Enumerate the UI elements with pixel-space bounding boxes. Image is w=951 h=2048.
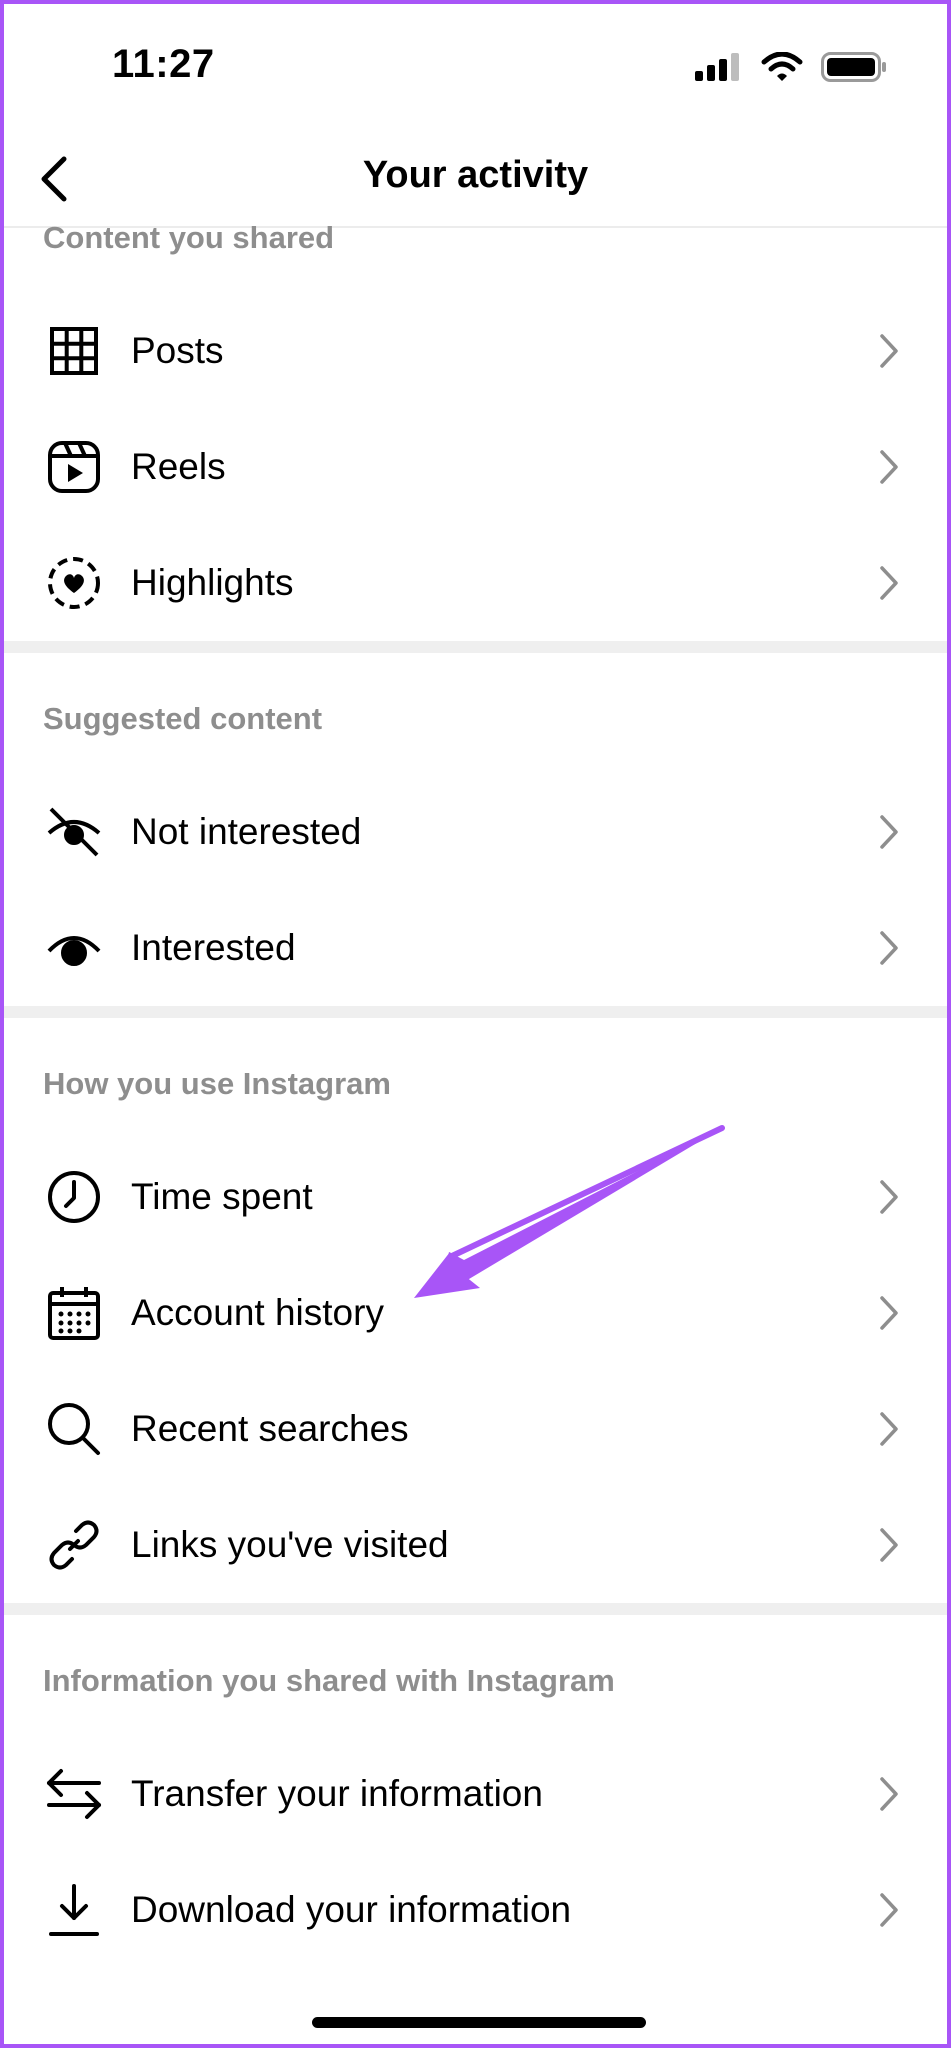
section-divider — [4, 641, 947, 653]
row-not-interested[interactable]: Not interested — [4, 774, 947, 890]
download-icon — [44, 1880, 104, 1940]
wifi-icon — [761, 52, 803, 81]
section-header-information-shared: Information you shared with Instagram — [43, 1663, 615, 1698]
link-icon — [44, 1515, 104, 1575]
eye-slash-icon — [44, 802, 104, 862]
transfer-icon — [44, 1764, 104, 1824]
calendar-icon — [44, 1283, 104, 1343]
row-download-information[interactable]: Download your information — [4, 1852, 947, 1968]
eye-icon — [44, 918, 104, 978]
reels-icon — [44, 437, 104, 497]
chevron-right-icon — [879, 1774, 903, 1814]
battery-icon — [821, 52, 886, 82]
chevron-right-icon — [879, 447, 903, 487]
row-label: Download your information — [131, 1889, 572, 1930]
row-label: Links you've visited — [131, 1524, 449, 1565]
section-divider — [4, 1603, 947, 1615]
row-posts[interactable]: Posts — [4, 293, 947, 409]
grid-icon — [44, 321, 104, 381]
highlights-icon — [44, 553, 104, 613]
clock-icon — [44, 1167, 104, 1227]
row-label: Account history — [131, 1292, 384, 1333]
chevron-right-icon — [879, 812, 903, 852]
section-divider — [4, 1006, 947, 1018]
page-title: Your activity — [362, 154, 589, 196]
status-time: 11:27 — [112, 42, 215, 86]
row-recent-searches[interactable]: Recent searches — [4, 1371, 947, 1487]
row-reels[interactable]: Reels — [4, 409, 947, 525]
section-header-content-you-shared: Content you shared — [43, 220, 335, 255]
home-indicator[interactable] — [312, 2017, 646, 2028]
row-label: Recent searches — [131, 1408, 409, 1449]
row-transfer-information[interactable]: Transfer your information — [4, 1736, 947, 1852]
row-highlights[interactable]: Highlights — [4, 525, 947, 641]
status-icons — [695, 52, 887, 82]
row-account-history[interactable]: Account history — [4, 1255, 947, 1371]
row-label: Highlights — [131, 562, 294, 603]
search-icon — [44, 1399, 104, 1459]
row-label: Not interested — [131, 811, 362, 852]
row-time-spent[interactable]: Time spent — [4, 1139, 947, 1255]
row-label: Time spent — [131, 1176, 313, 1217]
row-label: Posts — [131, 330, 224, 371]
chevron-right-icon — [879, 331, 903, 371]
row-label: Reels — [131, 446, 226, 487]
row-links-visited[interactable]: Links you've visited — [4, 1487, 947, 1603]
section-header-how-you-use: How you use Instagram — [43, 1066, 391, 1101]
chevron-right-icon — [879, 1293, 903, 1333]
chevron-right-icon — [879, 563, 903, 603]
chevron-right-icon — [879, 1409, 903, 1449]
chevron-right-icon — [879, 1525, 903, 1565]
section-header-suggested-content: Suggested content — [43, 701, 323, 736]
chevron-right-icon — [879, 1890, 903, 1930]
chevron-right-icon — [879, 1177, 903, 1217]
row-label: Transfer your information — [131, 1773, 543, 1814]
row-interested[interactable]: Interested — [4, 890, 947, 1006]
row-label: Interested — [131, 927, 296, 968]
phone-screen: 11:27 Your activity Content you shared P… — [0, 0, 951, 2048]
navigation-bar: Your activity — [4, 134, 947, 228]
chevron-right-icon — [879, 928, 903, 968]
status-bar: 11:27 — [4, 4, 947, 134]
cellular-signal-icon — [695, 53, 739, 81]
